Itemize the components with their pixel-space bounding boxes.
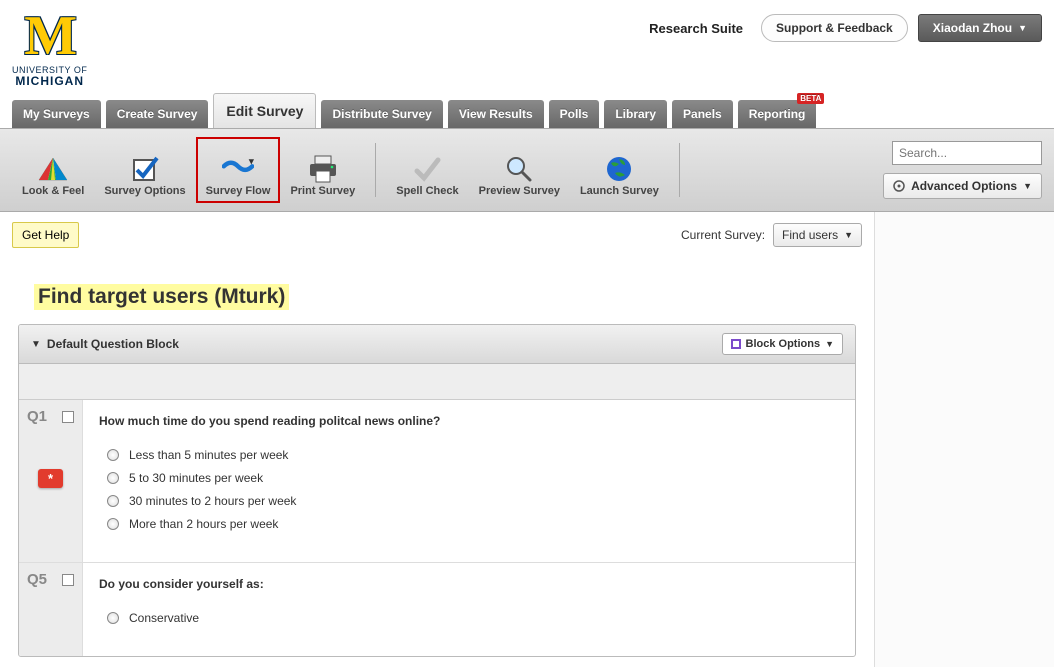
tab-my-surveys[interactable]: My Surveys	[12, 100, 101, 128]
tab-reporting[interactable]: Reporting BETA	[738, 100, 817, 128]
option-label: Less than 5 minutes per week	[129, 448, 288, 462]
palette-icon	[37, 153, 69, 185]
tab-create-survey[interactable]: Create Survey	[106, 100, 209, 128]
block-options-button[interactable]: Block Options ▼	[722, 333, 843, 355]
tab-library[interactable]: Library	[604, 100, 667, 128]
chevron-down-icon: ▼	[1023, 181, 1032, 191]
research-suite-label: Research Suite	[649, 21, 743, 36]
radio-option[interactable]	[107, 449, 119, 461]
question-select-checkbox[interactable]	[62, 411, 74, 423]
user-name-label: Xiaodan Zhou	[933, 21, 1012, 35]
right-side-panel	[874, 212, 1054, 667]
radio-option[interactable]	[107, 472, 119, 484]
block-title: Default Question Block	[47, 337, 179, 351]
current-survey-label: Current Survey:	[681, 228, 765, 242]
question-select-checkbox[interactable]	[62, 574, 74, 586]
printer-icon	[307, 153, 339, 185]
question-number: Q5	[27, 571, 47, 588]
question-row[interactable]: Q5 Do you consider yourself as: Conserva…	[19, 563, 855, 656]
question-number: Q1	[27, 408, 47, 425]
checkbox-icon	[129, 153, 161, 185]
question-text: Do you consider yourself as:	[99, 577, 839, 591]
radio-option[interactable]	[107, 495, 119, 507]
brand-logo: M UNIVERSITY OF MICHIGAN	[12, 8, 87, 87]
block-spacer	[19, 364, 855, 400]
gear-icon	[893, 180, 905, 192]
radio-option[interactable]	[107, 612, 119, 624]
chevron-down-icon: ▼	[844, 230, 853, 240]
launch-survey-button[interactable]: Launch Survey	[570, 137, 669, 203]
survey-title: Find target users (Mturk)	[34, 284, 289, 310]
tab-polls[interactable]: Polls	[549, 100, 600, 128]
tab-distribute-survey[interactable]: Distribute Survey	[321, 100, 442, 128]
required-badge: *	[38, 469, 63, 488]
survey-options-button[interactable]: Survey Options	[94, 137, 195, 203]
globe-icon	[603, 153, 635, 185]
question-row[interactable]: Q1 * How much time do you spend reading …	[19, 400, 855, 563]
magnifier-icon	[503, 153, 535, 185]
tab-panels[interactable]: Panels	[672, 100, 733, 128]
option-label: 30 minutes to 2 hours per week	[129, 494, 296, 508]
tab-view-results[interactable]: View Results	[448, 100, 544, 128]
option-label: 5 to 30 minutes per week	[129, 471, 263, 485]
get-help-button[interactable]: Get Help	[12, 222, 79, 248]
support-feedback-button[interactable]: Support & Feedback	[761, 14, 908, 42]
advanced-options-button[interactable]: Advanced Options ▼	[883, 173, 1042, 199]
checkmark-icon	[411, 153, 443, 185]
search-input[interactable]	[892, 141, 1042, 165]
toolbar-separator-2	[679, 143, 680, 197]
logo-m-icon: M	[24, 8, 75, 64]
preview-survey-button[interactable]: Preview Survey	[469, 137, 570, 203]
chevron-down-icon: ▼	[1018, 23, 1027, 33]
print-survey-button[interactable]: Print Survey	[280, 137, 365, 203]
user-menu-button[interactable]: Xiaodan Zhou ▼	[918, 14, 1042, 42]
option-label: More than 2 hours per week	[129, 517, 278, 531]
block-disclose-toggle[interactable]: ▼	[31, 339, 41, 350]
question-text: How much time do you spend reading polit…	[99, 414, 839, 428]
look-and-feel-button[interactable]: Look & Feel	[12, 137, 94, 203]
toolbar-separator	[375, 143, 376, 197]
chevron-down-icon: ▼	[825, 339, 834, 349]
tab-edit-survey[interactable]: Edit Survey	[213, 93, 316, 128]
radio-option[interactable]	[107, 518, 119, 530]
logo-text: UNIVERSITY OF MICHIGAN	[12, 66, 87, 87]
block-options-icon	[731, 339, 741, 349]
current-survey-dropdown[interactable]: Find users ▼	[773, 223, 862, 247]
flow-arrows-icon	[222, 153, 254, 185]
option-label: Conservative	[129, 611, 199, 625]
survey-flow-button[interactable]: Survey Flow	[196, 137, 281, 203]
question-block: ▼ Default Question Block Block Options ▼…	[18, 324, 856, 657]
beta-badge: BETA	[797, 93, 824, 104]
spell-check-button[interactable]: Spell Check	[386, 137, 468, 203]
